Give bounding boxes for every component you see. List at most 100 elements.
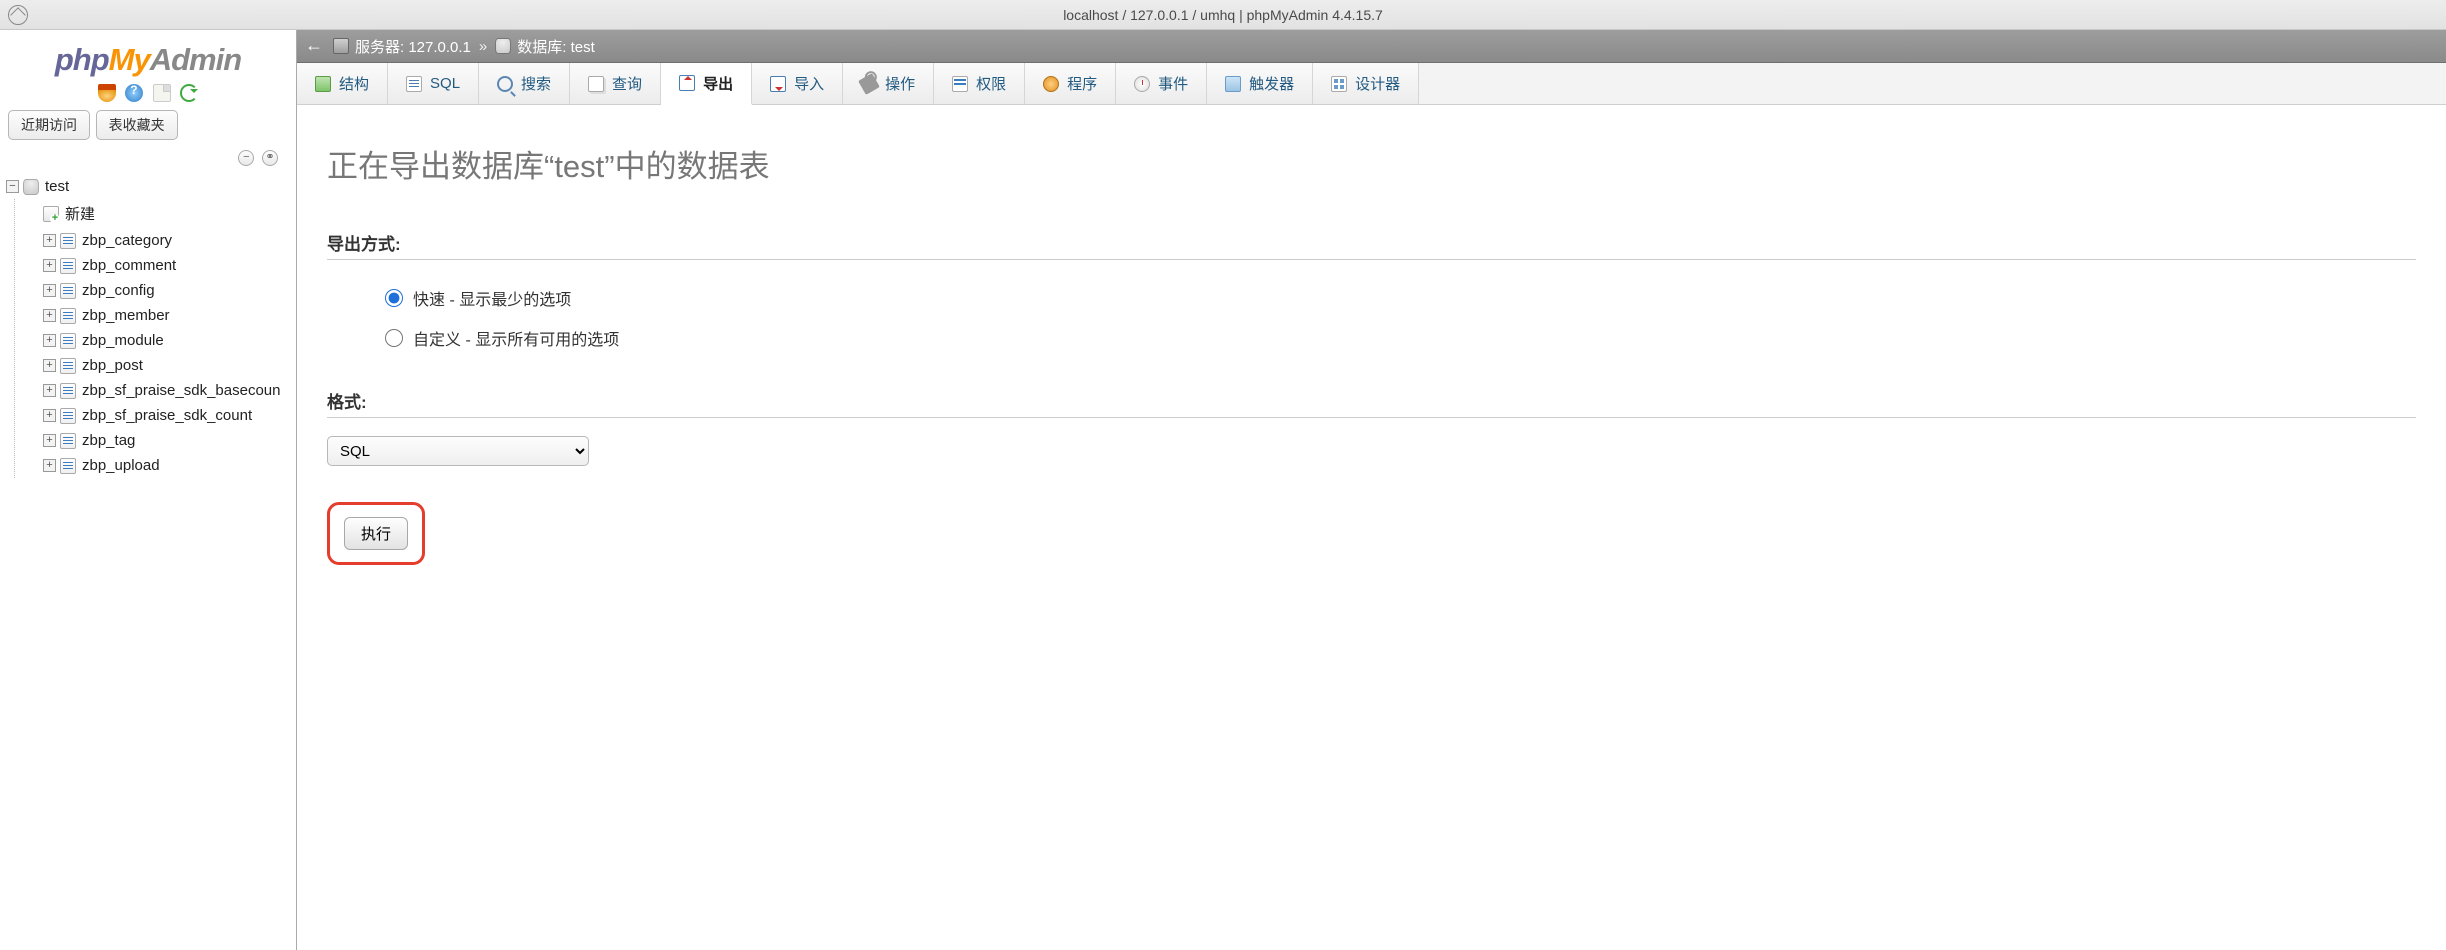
tab-structure[interactable]: 结构 (297, 63, 388, 104)
tab-triggers[interactable]: 触发器 (1207, 63, 1313, 104)
server-icon (333, 38, 349, 54)
docs-icon[interactable] (153, 84, 171, 102)
tree-table-node[interactable]: + zbp_category (41, 228, 296, 253)
breadcrumb-db[interactable]: 数据库: test (517, 36, 595, 57)
table-icon (60, 258, 76, 274)
table-label: zbp_config (82, 282, 155, 299)
tab-favorites[interactable]: 表收藏夹 (96, 110, 178, 140)
export-method-group: 快速 - 显示最少的选项 自定义 - 显示所有可用的选项 (327, 278, 2416, 358)
tab-recent[interactable]: 近期访问 (8, 110, 90, 140)
go-button-highlight: 执行 (327, 502, 425, 565)
structure-icon (315, 76, 331, 92)
expander-icon[interactable]: + (43, 459, 56, 472)
content: 正在导出数据库“test”中的数据表 导出方式: 快速 - 显示最少的选项 自定… (297, 105, 2446, 950)
operations-icon (858, 73, 880, 95)
expander-icon[interactable]: + (43, 309, 56, 322)
radio-quick[interactable]: 快速 - 显示最少的选项 (385, 278, 2416, 318)
db-children: 新建 +zbp_category+zbp_comment+zbp_config+… (14, 199, 296, 478)
database-icon (495, 38, 511, 54)
expander-icon[interactable]: + (43, 259, 56, 272)
tree-table-node[interactable]: + zbp_upload (41, 453, 296, 478)
table-icon (60, 283, 76, 299)
tab-designer[interactable]: 设计器 (1313, 63, 1419, 104)
table-icon (60, 358, 76, 374)
expander-icon[interactable]: + (43, 434, 56, 447)
expander-icon[interactable]: + (43, 234, 56, 247)
export-icon (679, 75, 695, 91)
table-icon (60, 383, 76, 399)
sidebar-tabs: 近期访问 表收藏夹 (0, 110, 296, 144)
table-label: zbp_tag (82, 432, 135, 449)
expander-icon[interactable]: + (43, 359, 56, 372)
tab-routines[interactable]: 程序 (1025, 63, 1116, 104)
help-icon[interactable] (125, 84, 143, 102)
expander-icon[interactable]: + (43, 384, 56, 397)
tree-db-node[interactable]: − test (4, 174, 296, 199)
main: ← 服务器: 127.0.0.1 » 数据库: test 结构 SQL 搜索 查… (297, 30, 2446, 950)
routines-icon (1043, 76, 1059, 92)
tree-table-node[interactable]: + zbp_config (41, 278, 296, 303)
back-button[interactable]: ← (303, 35, 325, 57)
tab-search[interactable]: 搜索 (479, 63, 570, 104)
expander-icon[interactable]: + (43, 409, 56, 422)
table-label: zbp_post (82, 357, 143, 374)
tree-table-node[interactable]: + zbp_module (41, 328, 296, 353)
expander-icon[interactable]: − (6, 180, 19, 193)
format-select[interactable]: SQL (327, 436, 589, 466)
home-icon[interactable] (98, 84, 116, 102)
expander-icon[interactable]: + (43, 284, 56, 297)
table-label: zbp_upload (82, 457, 160, 474)
tree-new-table[interactable]: 新建 (41, 199, 296, 228)
phpmyadmin-logo[interactable]: phpMyAdmin (0, 36, 296, 82)
refresh-icon[interactable] (180, 84, 198, 102)
designer-icon (1331, 76, 1347, 92)
table-icon (60, 333, 76, 349)
tab-sql[interactable]: SQL (388, 63, 479, 104)
section-rule (327, 417, 2416, 418)
page-title: 正在导出数据库“test”中的数据表 (327, 141, 2416, 186)
window-title: localhost / 127.0.0.1 / umhq | phpMyAdmi… (0, 7, 2446, 23)
tree-table-node[interactable]: +zbp_sf_praise_sdk_count (41, 403, 296, 428)
new-label: 新建 (65, 203, 95, 224)
search-icon (497, 76, 513, 92)
breadcrumb-server[interactable]: 服务器: 127.0.0.1 (355, 36, 471, 57)
radio-custom[interactable]: 自定义 - 显示所有可用的选项 (385, 318, 2416, 358)
events-icon (1134, 76, 1150, 92)
logo-part-my: My (109, 42, 150, 77)
table-label: zbp_module (82, 332, 164, 349)
tab-events[interactable]: 事件 (1116, 63, 1207, 104)
breadcrumb: ← 服务器: 127.0.0.1 » 数据库: test (297, 30, 2446, 63)
table-label: zbp_sf_praise_sdk_basecoun (82, 382, 280, 399)
tree-table-node[interactable]: + zbp_tag (41, 428, 296, 453)
database-icon (23, 179, 39, 195)
logo-part-admin: Admin (150, 42, 241, 77)
safari-compass-icon (8, 5, 28, 25)
radio-custom-label: 自定义 - 显示所有可用的选项 (413, 326, 619, 350)
expander-icon[interactable]: + (43, 334, 56, 347)
tab-export[interactable]: 导出 (661, 63, 752, 105)
collapse-icon[interactable]: − (238, 150, 254, 166)
tab-operations[interactable]: 操作 (843, 63, 934, 104)
tree-table-node[interactable]: + zbp_member (41, 303, 296, 328)
radio-custom-input[interactable] (385, 329, 403, 347)
tab-query[interactable]: 查询 (570, 63, 661, 104)
tree-table-node[interactable]: + zbp_post (41, 353, 296, 378)
radio-quick-label: 快速 - 显示最少的选项 (413, 286, 571, 310)
db-tree: − test 新建 +zbp_category+zbp_comment+zbp_… (0, 172, 296, 478)
breadcrumb-sep: » (479, 38, 487, 55)
table-label: zbp_category (82, 232, 172, 249)
query-icon (588, 76, 604, 92)
radio-quick-input[interactable] (385, 289, 403, 307)
go-button[interactable]: 执行 (344, 517, 408, 550)
table-icon (60, 408, 76, 424)
sidebar-actions: − ⚭ (0, 144, 296, 172)
tree-table-node[interactable]: + zbp_sf_praise_sdk_basecoun (41, 378, 296, 403)
table-label: zbp_member (82, 307, 170, 324)
table-label: zbp_comment (82, 257, 176, 274)
tab-import[interactable]: 导入 (752, 63, 843, 104)
tree-table-node[interactable]: + zbp_comment (41, 253, 296, 278)
sql-icon (406, 76, 422, 92)
link-icon[interactable]: ⚭ (262, 150, 278, 166)
table-icon (60, 233, 76, 249)
tab-privileges[interactable]: 权限 (934, 63, 1025, 104)
